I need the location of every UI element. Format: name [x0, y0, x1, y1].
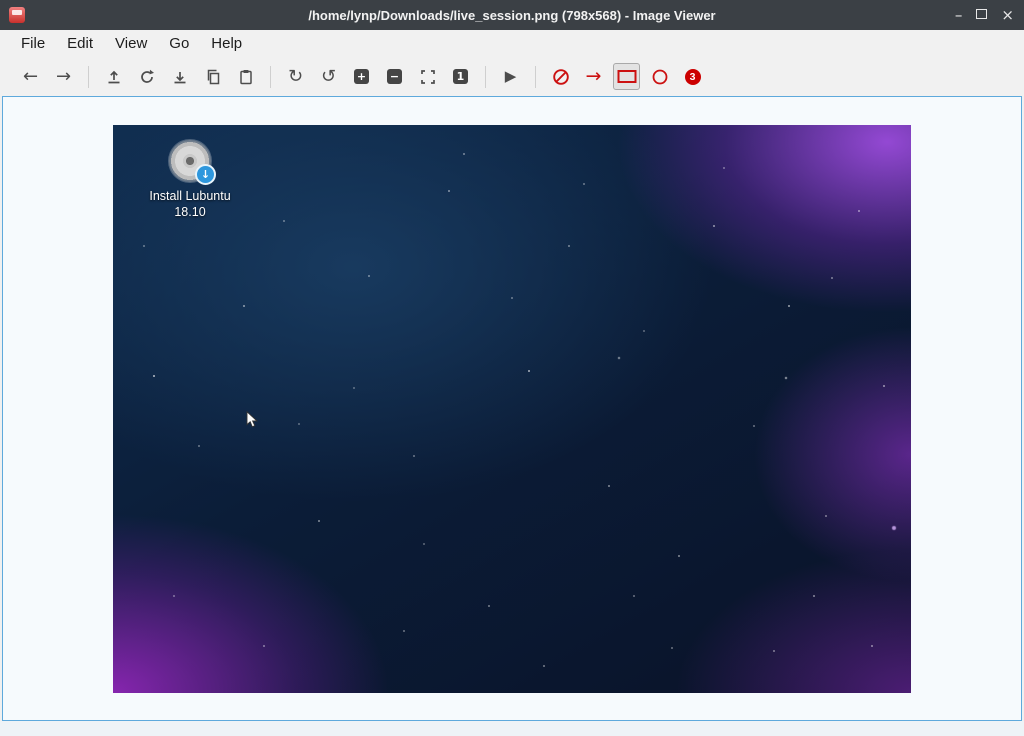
close-button[interactable]: × — [1001, 0, 1014, 30]
image-view-area[interactable]: ↓ Install Lubuntu 18.10 — [2, 96, 1022, 721]
annotation-count-button[interactable]: 3 — [679, 63, 706, 90]
minimize-button[interactable]: – — [955, 0, 963, 30]
rectangle-annotation-button[interactable] — [613, 63, 640, 90]
count-badge: 3 — [685, 69, 701, 85]
menu-help[interactable]: Help — [200, 31, 253, 56]
reload-button[interactable] — [133, 63, 160, 90]
open-icon — [106, 69, 122, 85]
maximize-button[interactable] — [976, 0, 987, 30]
fit-window-button[interactable] — [414, 63, 441, 90]
copy-button[interactable] — [199, 63, 226, 90]
fit-window-icon — [420, 69, 436, 85]
circle-annotation-button[interactable] — [646, 63, 673, 90]
zoom-in-icon: + — [354, 69, 369, 84]
menu-file[interactable]: File — [10, 31, 56, 56]
no-annotation-button[interactable] — [547, 63, 574, 90]
desktop-icon-label-line1: Install Lubuntu — [140, 188, 240, 204]
menu-edit[interactable]: Edit — [56, 31, 104, 56]
arrow-annotation-button[interactable]: → — [580, 63, 607, 90]
rotate-clockwise-button[interactable]: ↻ — [282, 63, 309, 90]
menu-go[interactable]: Go — [158, 31, 200, 56]
menu-view[interactable]: View — [104, 31, 158, 56]
save-icon — [172, 69, 188, 85]
copy-icon — [205, 69, 221, 85]
next-icon: → — [56, 68, 71, 86]
play-icon: ▶ — [505, 69, 517, 84]
original-size-button[interactable]: 1 — [447, 63, 474, 90]
titlebar[interactable]: /home/lynp/Downloads/live_session.png (7… — [0, 0, 1024, 30]
reload-icon — [139, 69, 155, 85]
cd-disc-icon: ↓ — [169, 140, 211, 182]
mouse-cursor — [246, 411, 259, 429]
circle-tool-icon — [651, 68, 669, 86]
zoom-in-button[interactable]: + — [348, 63, 375, 90]
rectangle-tool-icon — [617, 69, 637, 84]
rotate-counterclockwise-button[interactable]: ↺ — [315, 63, 342, 90]
open-file-button[interactable] — [100, 63, 127, 90]
next-button[interactable]: → — [50, 63, 77, 90]
paste-button[interactable] — [232, 63, 259, 90]
toolbar-separator — [88, 66, 89, 88]
original-size-icon: 1 — [453, 69, 468, 84]
viewed-image[interactable]: ↓ Install Lubuntu 18.10 — [113, 125, 911, 693]
statusbar — [0, 721, 1024, 736]
save-button[interactable] — [166, 63, 193, 90]
slideshow-button[interactable]: ▶ — [497, 63, 524, 90]
install-lubuntu-desktop-icon: ↓ Install Lubuntu 18.10 — [140, 140, 240, 221]
window-title: /home/lynp/Downloads/live_session.png (7… — [0, 8, 1024, 23]
previous-icon: ← — [23, 68, 38, 86]
toolbar-separator — [270, 66, 271, 88]
toolbar: ← → ↻ ↺ + − 1 ▶ → — [0, 57, 1024, 96]
menubar: File Edit View Go Help — [0, 30, 1024, 57]
toolbar-separator — [485, 66, 486, 88]
download-badge-icon: ↓ — [195, 164, 216, 185]
no-entry-icon — [552, 68, 570, 86]
previous-button[interactable]: ← — [17, 63, 44, 90]
maximize-icon — [976, 9, 987, 19]
rotate-ccw-icon: ↺ — [321, 68, 336, 86]
desktop-icon-label-line2: 18.10 — [140, 204, 240, 220]
rotate-cw-icon: ↻ — [288, 68, 303, 86]
image-viewer-window: /home/lynp/Downloads/live_session.png (7… — [0, 0, 1024, 736]
window-controls: – × — [955, 0, 1014, 30]
paste-icon — [238, 69, 254, 85]
zoom-out-button[interactable]: − — [381, 63, 408, 90]
toolbar-separator — [535, 66, 536, 88]
red-arrow-icon: → — [586, 67, 602, 86]
desktop-icon-label: Install Lubuntu 18.10 — [140, 188, 240, 221]
zoom-out-icon: − — [387, 69, 402, 84]
